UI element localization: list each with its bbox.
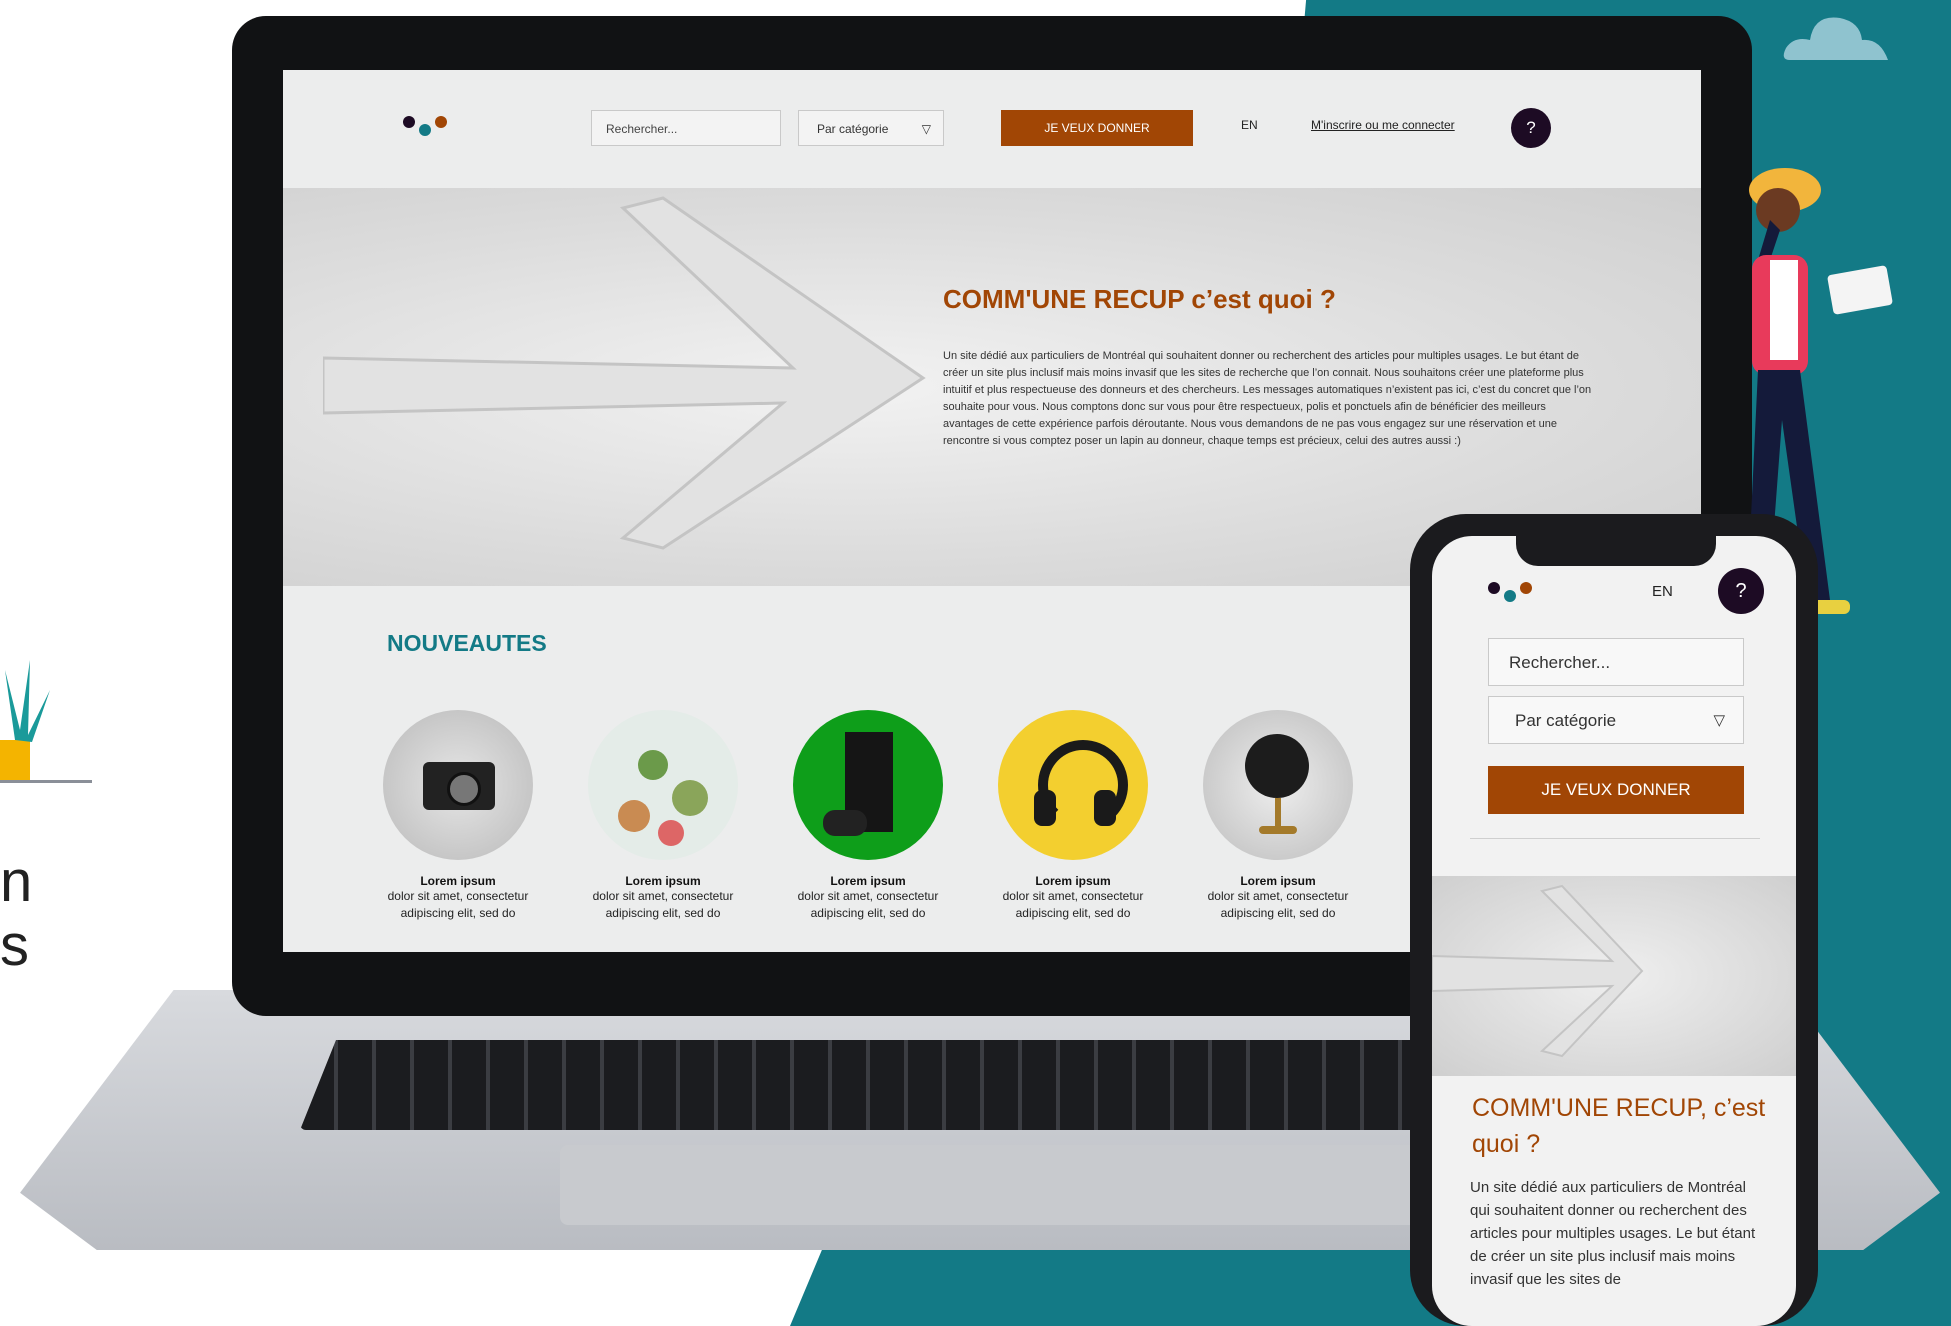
cloud-icon (1783, 17, 1888, 60)
news-section-title: NOUVEAUTES (387, 630, 547, 656)
search-input[interactable]: Rechercher... (591, 110, 781, 146)
product-name: Lorem ipsum (1035, 874, 1111, 888)
category-label: Par catégorie (1515, 711, 1617, 730)
product-card[interactable]: Lorem ipsum dolor sit amet, consectetur … (363, 710, 553, 922)
succulents-image (588, 710, 738, 860)
product-desc-line2: adipiscing elit, sed do (1015, 906, 1131, 920)
product-desc-line1: dolor sit amet, consectetur (1002, 889, 1144, 903)
console-image (793, 710, 943, 860)
product-card[interactable]: Lorem ipsum dolor sit amet, consectetur … (978, 710, 1168, 922)
hero-banner (1432, 876, 1796, 1076)
left-decoration-text: n s (0, 850, 32, 978)
product-desc-line1: dolor sit amet, consectetur (592, 889, 734, 903)
arrow-image (323, 196, 926, 550)
category-label: Par catégorie (817, 122, 889, 136)
caret-down-icon: ▽ (921, 122, 931, 136)
product-desc-line1: dolor sit amet, consectetur (1207, 889, 1349, 903)
plant-icon (0, 660, 50, 780)
signin-link[interactable]: M'inscrire ou me connecter (1311, 118, 1455, 132)
product-desc-line2: adipiscing elit, sed do (1220, 906, 1336, 920)
product-desc-line1: dolor sit amet, consectetur (797, 889, 939, 903)
left-deco-line-1: n (0, 849, 33, 914)
product-card[interactable]: Lorem ipsum dolor sit amet, consectetur … (568, 710, 758, 922)
category-select[interactable]: Par catégorie ▽ (798, 110, 944, 146)
mobile-site: EN ? Rechercher... Par catégorie ▽ JE VE… (1432, 536, 1796, 1326)
product-name: Lorem ipsum (420, 874, 496, 888)
help-icon[interactable]: ? (1718, 568, 1764, 614)
laptop-keyboard (300, 1040, 1500, 1130)
search-input[interactable]: Rechercher... (1488, 638, 1744, 686)
divider (1470, 838, 1760, 839)
hero-description: Un site dédié aux particuliers de Montré… (1470, 1179, 1756, 1288)
category-select[interactable]: Par catégorie ▽ (1488, 696, 1744, 744)
product-card[interactable]: Lorem ipsum dolor sit amet, consectetur … (773, 710, 963, 922)
camera-image (383, 710, 533, 860)
arrow-image (1432, 884, 1644, 1058)
hero-title: COMM'UNE RECUP c’est quoi ? (943, 284, 1336, 314)
headphones-image (998, 710, 1148, 860)
product-desc-line2: adipiscing elit, sed do (400, 906, 516, 920)
laptop-trackpad (560, 1145, 1460, 1225)
help-icon[interactable]: ? (1511, 108, 1551, 148)
product-name: Lorem ipsum (1240, 874, 1316, 888)
product-name: Lorem ipsum (625, 874, 701, 888)
product-name: Lorem ipsum (830, 874, 906, 888)
donate-button[interactable]: JE VEUX DONNER (1001, 110, 1193, 146)
hero-description: Un site dédié aux particuliers de Montré… (943, 350, 1592, 447)
globe-image (1203, 710, 1353, 860)
language-toggle[interactable]: EN (1241, 118, 1258, 132)
donate-button[interactable]: JE VEUX DONNER (1488, 766, 1744, 814)
product-desc-line2: adipiscing elit, sed do (810, 906, 926, 920)
product-desc-line2: adipiscing elit, sed do (605, 906, 721, 920)
phone-notch (1516, 536, 1716, 566)
ground-line (0, 780, 92, 783)
caret-down-icon: ▽ (1713, 712, 1725, 729)
left-deco-line-2: s (0, 913, 29, 978)
language-toggle[interactable]: EN (1652, 583, 1673, 600)
product-card[interactable]: Lorem ipsum dolor sit amet, consectetur … (1183, 710, 1373, 922)
product-desc-line1: dolor sit amet, consectetur (387, 889, 529, 903)
hero-title: COMM'UNE RECUP, c’est quoi ? (1472, 1094, 1766, 1158)
